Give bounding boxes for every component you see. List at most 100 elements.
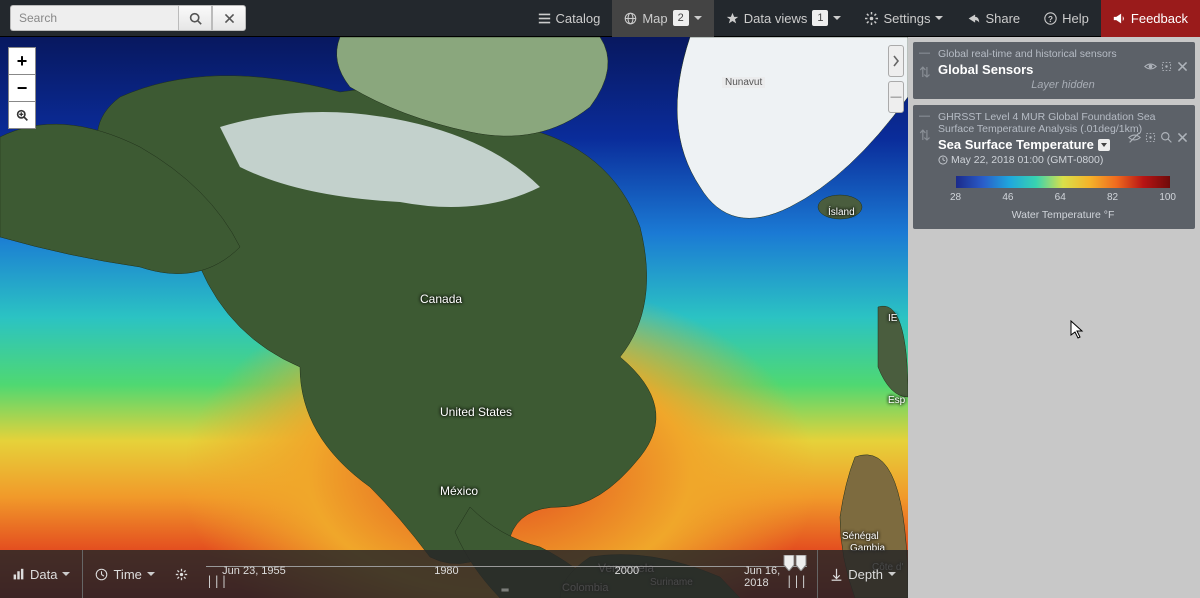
layer-search[interactable]: [1160, 131, 1173, 144]
timeline-handle-start[interactable]: [783, 555, 795, 571]
layer-drag-handle[interactable]: ⇅: [919, 64, 931, 81]
nav-catalog-label: Catalog: [556, 11, 601, 26]
search-button[interactable]: [178, 5, 212, 31]
nav-help[interactable]: ? Help: [1032, 0, 1101, 37]
layer-card-global-sensors: — ⇅ Global real-time and historical sens…: [913, 42, 1195, 99]
layer-card-sst: — ⇅ GHRSST Level 4 MUR Global Foundation…: [913, 105, 1195, 229]
nav-dataviews-label: Data views: [744, 11, 808, 26]
target-icon: [1144, 131, 1157, 144]
layer-zoom-to[interactable]: [1160, 60, 1173, 73]
layer-collapse-toggle[interactable]: —: [919, 48, 930, 58]
depth-panel-button[interactable]: Depth: [818, 550, 908, 598]
timeline[interactable]: Jun 23, 1955 1980 2000 Jun 16, 2018 ||| …: [196, 550, 817, 598]
caret-down-icon: [935, 16, 943, 20]
zoom-in-button[interactable]: +: [8, 47, 36, 75]
zoom-box-button[interactable]: [8, 101, 36, 129]
layer-drag-handle[interactable]: ⇅: [919, 127, 931, 144]
depth-panel-label: Depth: [848, 567, 883, 582]
layer-collapse-toggle[interactable]: —: [919, 111, 930, 121]
legend-label: Water Temperature °F: [938, 209, 1188, 221]
timeline-tick-1980: 1980: [434, 565, 458, 577]
nav-map-badge: 2: [673, 10, 689, 26]
share-icon: [967, 12, 980, 25]
timeline-end-label: Jun 16, 2018: [744, 565, 786, 589]
chevron-right-icon: [892, 55, 900, 67]
nav-share[interactable]: Share: [955, 0, 1032, 37]
layer-remove[interactable]: [1176, 131, 1189, 144]
svg-text:?: ?: [1048, 14, 1053, 23]
globe-icon: [624, 12, 637, 25]
timeline-grip[interactable]: ═: [502, 585, 512, 596]
clock-icon: [95, 568, 108, 581]
time-panel-button[interactable]: Time: [83, 550, 166, 598]
caret-down-icon: [147, 572, 155, 576]
caret-down-icon: [888, 572, 896, 576]
data-panel-label: Data: [30, 567, 57, 582]
zoom-box-icon: [16, 109, 29, 122]
nav-dataviews[interactable]: Data views 1: [714, 0, 854, 37]
timeline-bracket-right[interactable]: |||: [786, 574, 808, 588]
gear-icon: [865, 12, 878, 25]
main-area: Canada United States México Venezuela Co…: [0, 37, 1200, 598]
legend-tick: 46: [1002, 192, 1013, 203]
layer-visibility-toggle[interactable]: [1144, 60, 1157, 73]
layer-zoom-to[interactable]: [1144, 131, 1157, 144]
layer-variable-dropdown[interactable]: [1098, 139, 1110, 151]
map-area[interactable]: Canada United States México Venezuela Co…: [0, 37, 908, 598]
close-icon: [223, 12, 236, 25]
timeline-tick-2000: 2000: [615, 565, 639, 577]
target-icon: [1160, 60, 1173, 73]
layer-subtitle: Global real-time and historical sensors: [938, 48, 1188, 60]
layer-remove[interactable]: [1176, 60, 1189, 73]
nav-map[interactable]: Map 2: [612, 0, 713, 37]
bullhorn-icon: [1113, 12, 1126, 25]
timeline-start-label: Jun 23, 1955: [222, 565, 286, 577]
legend-tick: 82: [1107, 192, 1118, 203]
timeline-bracket-left[interactable]: |||: [206, 574, 228, 588]
close-icon: [1176, 131, 1189, 144]
caret-down-icon: [833, 16, 841, 20]
caret-down-icon: [62, 572, 70, 576]
nav-help-label: Help: [1062, 11, 1089, 26]
caret-down-icon: [694, 16, 702, 20]
collapse-sidebar-button[interactable]: [888, 45, 904, 77]
clear-search-button[interactable]: [212, 5, 246, 31]
map-canvas[interactable]: [0, 37, 908, 598]
close-icon: [1176, 60, 1189, 73]
legend-colorbar: [956, 176, 1170, 188]
zoom-controls: + −: [8, 47, 36, 129]
depth-icon: [830, 568, 843, 581]
nav-settings[interactable]: Settings: [853, 0, 955, 37]
search-icon: [1160, 131, 1173, 144]
gear-icon: [175, 568, 188, 581]
nav-share-label: Share: [985, 11, 1020, 26]
top-navbar: Catalog Map 2 Data views 1 Settings Shar…: [0, 0, 1200, 37]
time-panel-label: Time: [113, 567, 141, 582]
list-icon: [538, 12, 551, 25]
legend-tick: 100: [1159, 192, 1176, 203]
nav-catalog[interactable]: Catalog: [526, 0, 613, 37]
layers-sidebar: — ⇅ Global real-time and historical sens…: [908, 37, 1200, 598]
nav-map-label: Map: [642, 11, 667, 26]
timeline-handle-end[interactable]: [795, 555, 807, 571]
star-icon: [726, 12, 739, 25]
search-input[interactable]: [10, 5, 178, 31]
data-panel-button[interactable]: Data: [0, 550, 82, 598]
nav-settings-label: Settings: [883, 11, 930, 26]
layer-hidden-note: Layer hidden: [938, 79, 1188, 91]
help-icon: ?: [1044, 12, 1057, 25]
nav-feedback[interactable]: Feedback: [1101, 0, 1200, 37]
layer-timestamp: May 22, 2018 01:00 (GMT-0800): [951, 154, 1103, 166]
clock-icon: [938, 155, 948, 165]
eye-icon: [1144, 60, 1157, 73]
layer-title: Global Sensors: [938, 62, 1033, 77]
time-settings-button[interactable]: [167, 550, 196, 598]
collapse-sidebar-button-2[interactable]: —: [888, 81, 904, 113]
zoom-out-button[interactable]: −: [8, 74, 36, 102]
bottom-bar: Data Time Jun 23, 1955 1980 2000 Jun 16,…: [0, 550, 908, 598]
legend-tick: 28: [950, 192, 961, 203]
layer-visibility-toggle[interactable]: [1128, 131, 1141, 144]
nav-feedback-label: Feedback: [1131, 11, 1188, 26]
layer-title: Sea Surface Temperature: [938, 137, 1094, 152]
bars-icon: [12, 568, 25, 581]
